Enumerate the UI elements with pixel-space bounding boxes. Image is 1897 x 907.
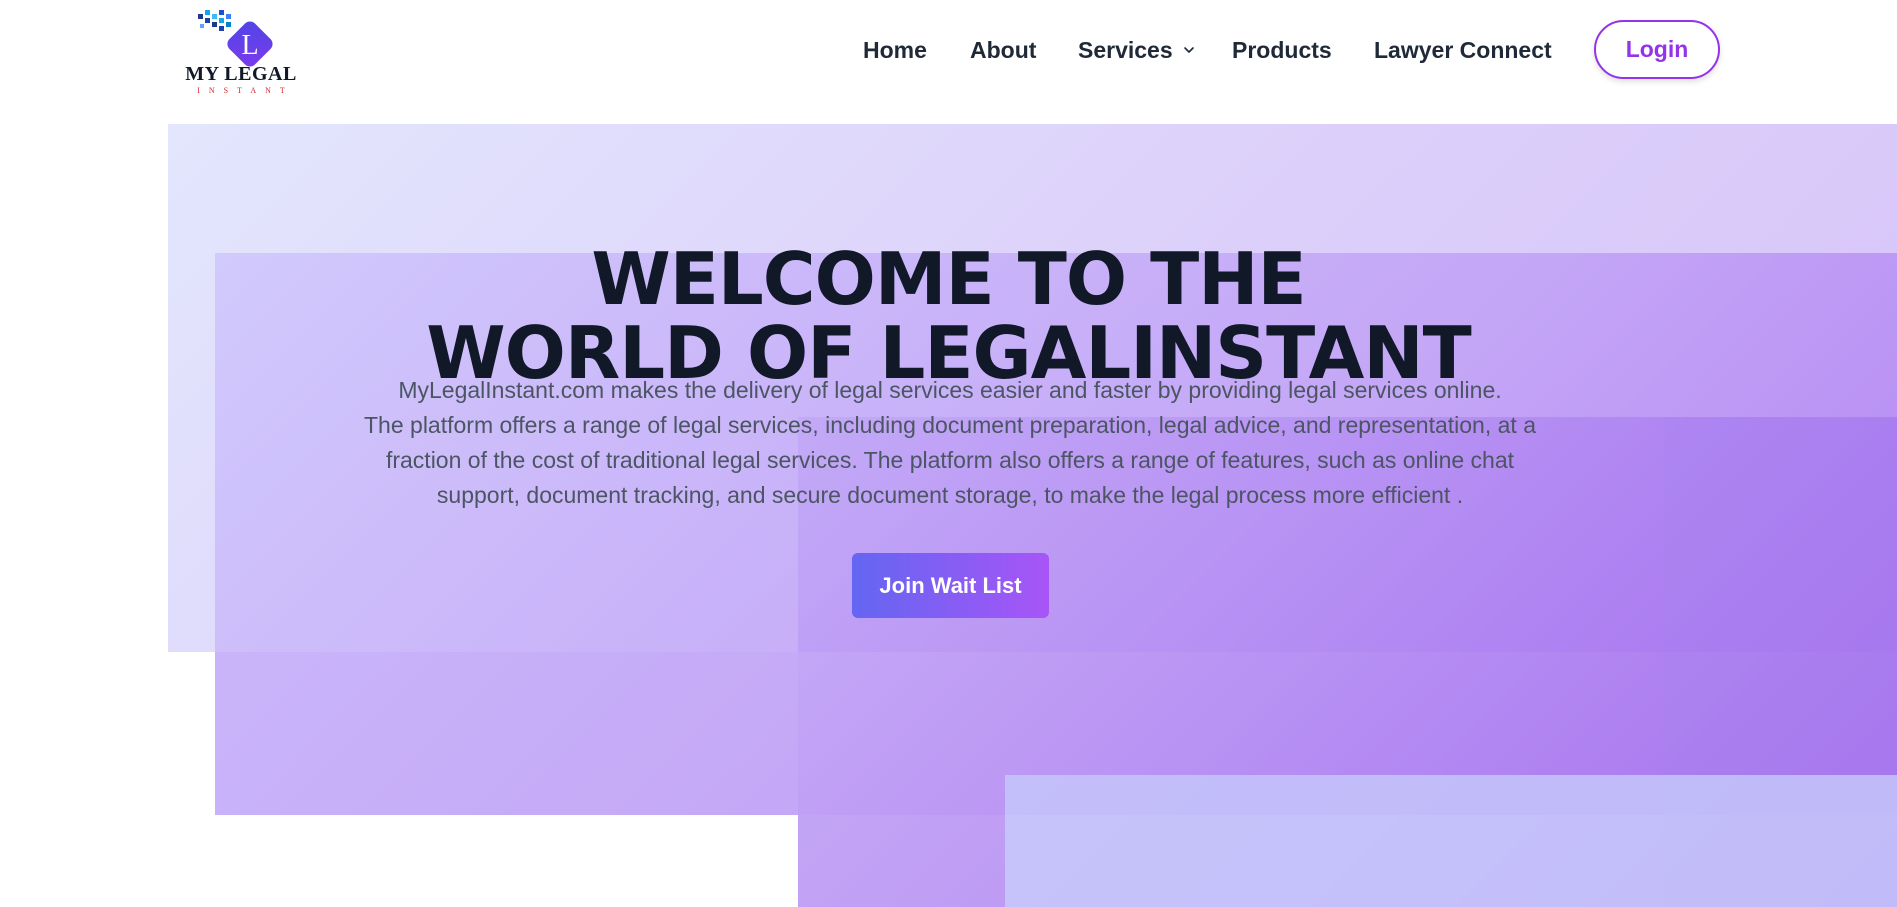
login-button[interactable]: Login bbox=[1594, 20, 1720, 79]
hero-description: MyLegalInstant.com makes the delivery of… bbox=[290, 373, 1610, 513]
hero-title: WELCOME TO THE WORLD OF LEGALINSTANT bbox=[0, 242, 1897, 390]
nav-lawyer-connect[interactable]: Lawyer Connect bbox=[1374, 34, 1552, 66]
navbar: L MY LEGAL INSTANT Home About Services P… bbox=[0, 0, 1897, 124]
hero-description-line-3: fraction of the cost of traditional lega… bbox=[385, 447, 1515, 473]
nav-about[interactable]: About bbox=[970, 34, 1036, 66]
join-wait-list-button[interactable]: Join Wait List bbox=[852, 553, 1049, 618]
hero-description-line-1: MyLegalInstant.com makes the delivery of… bbox=[398, 377, 1502, 403]
hero-description-line-4: support, document tracking, and secure d… bbox=[436, 482, 1464, 508]
nav-home[interactable]: Home bbox=[863, 34, 927, 66]
nav-products[interactable]: Products bbox=[1232, 34, 1332, 66]
chevron-down-icon bbox=[1183, 47, 1194, 53]
nav-services[interactable]: Services bbox=[1078, 34, 1195, 66]
nav-services-label: Services bbox=[1078, 37, 1173, 63]
hero-description-line-2: The platform offers a range of legal ser… bbox=[364, 412, 1536, 438]
decor-block-bottom bbox=[1005, 775, 1897, 907]
hero-title-line-1: WELCOME TO THE bbox=[591, 237, 1306, 322]
